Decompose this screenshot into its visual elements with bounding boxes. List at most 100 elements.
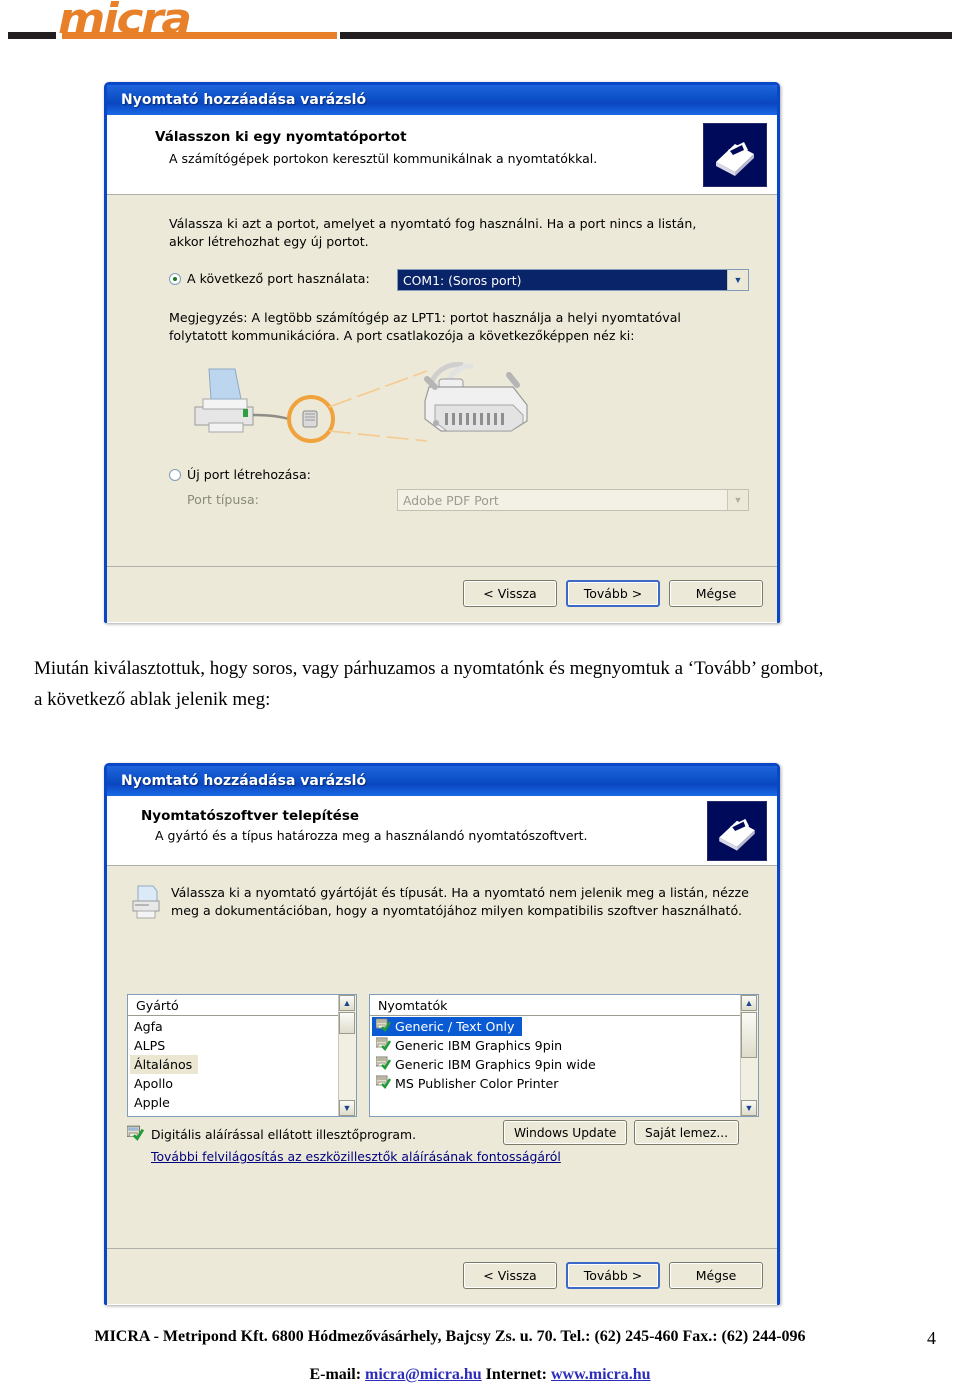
list-item[interactable]: Általános bbox=[130, 1055, 199, 1074]
page-number: 4 bbox=[927, 1328, 936, 1348]
signed-driver-note: Digitális aláírással ellátott illesztőpr… bbox=[126, 1125, 417, 1144]
list-item[interactable]: Agfa bbox=[130, 1017, 356, 1036]
signed-driver-icon bbox=[375, 1056, 392, 1073]
dialog1-button-row: < Vissza Tovább > Mégse bbox=[463, 580, 763, 607]
driver-signing-info-link[interactable]: További felvilágosítás az eszközillesztő… bbox=[151, 1149, 561, 1164]
logo-text: micra bbox=[58, 0, 192, 43]
scroll-down-icon[interactable]: ▼ bbox=[741, 1100, 757, 1116]
use-existing-port-radio-indicator[interactable] bbox=[169, 272, 181, 285]
printer-wizard-icon bbox=[703, 123, 767, 187]
manufacturer-list-header: Gyártó bbox=[128, 995, 356, 1016]
back-button[interactable]: < Vissza bbox=[463, 580, 557, 607]
dialog2-title: Nyomtató hozzáadása varázsló bbox=[121, 773, 367, 789]
footer-contact-line: E-mail: micra@micra.hu Internet: www.mic… bbox=[0, 1366, 960, 1384]
list-item[interactable]: Generic IBM Graphics 9pin wide bbox=[372, 1055, 758, 1074]
header-rule-right bbox=[340, 32, 952, 39]
list-item-label: MS Publisher Color Printer bbox=[395, 1076, 559, 1091]
list-item-label: Generic / Text Only bbox=[395, 1019, 515, 1034]
dialog1-note-line2: folytatott kommunikációra. A port csatla… bbox=[169, 328, 635, 343]
header-rule-left bbox=[8, 32, 56, 39]
narrative-paragraph: Miután kiválasztottuk, hogy soros, vagy … bbox=[34, 653, 894, 715]
header-rule-orange bbox=[62, 32, 337, 39]
printer-list-scrollbar[interactable]: ▲ ▼ bbox=[740, 995, 758, 1116]
add-printer-wizard-dialog-port: Nyomtató hozzáadása varázsló Válasszon k… bbox=[104, 82, 780, 623]
use-existing-port-radio-label: A következő port használata: bbox=[187, 271, 370, 286]
signed-driver-icon bbox=[375, 1037, 392, 1054]
dialog2-banner-heading: Nyomtatószoftver telepítése bbox=[141, 808, 360, 824]
manufacturer-list-items: Agfa ALPS Általános Apollo Apple bbox=[128, 1016, 356, 1112]
list-item[interactable]: Generic / Text Only bbox=[372, 1017, 523, 1036]
list-item[interactable]: ALPS bbox=[130, 1036, 356, 1055]
scroll-down-icon[interactable]: ▼ bbox=[339, 1100, 355, 1116]
dialog1-note-line1: Megjegyzés: A legtöbb számítógép az LPT1… bbox=[169, 310, 681, 325]
dialog1-instruction-line2: akkor létrehozhat egy új portot. bbox=[169, 234, 369, 249]
narrative-line-2: a következő ablak jelenik meg: bbox=[34, 689, 271, 710]
dialog2-body: Válassza ki a nyomtató gyártóját és típu… bbox=[107, 866, 777, 1305]
printer-list-header: Nyomtatók bbox=[370, 995, 758, 1016]
next-button[interactable]: Tovább > bbox=[566, 580, 660, 607]
dialog2-banner-subtitle: A gyártó és a típus határozza meg a hasz… bbox=[155, 828, 588, 843]
dialog1-titlebar[interactable]: Nyomtató hozzáadása varázsló bbox=[107, 85, 777, 115]
footer-email-link[interactable]: micra@micra.hu bbox=[365, 1366, 482, 1383]
narrative-line-1: Miután kiválasztottuk, hogy soros, vagy … bbox=[34, 658, 824, 679]
scrollbar-thumb[interactable] bbox=[741, 1012, 757, 1058]
page-header: micra bbox=[0, 0, 960, 46]
printer-listbox[interactable]: Nyomtatók Generic / Text Only Generic IB… bbox=[369, 994, 759, 1117]
cancel-button[interactable]: Mégse bbox=[669, 1262, 763, 1289]
port-select-value: COM1: (Soros port) bbox=[398, 270, 727, 290]
dialog2-footer: < Vissza Tovább > Mégse bbox=[107, 1248, 777, 1305]
create-new-port-radio[interactable]: Új port létrehozása: bbox=[169, 467, 311, 482]
chevron-down-icon[interactable]: ▼ bbox=[727, 490, 748, 510]
list-item[interactable]: Apollo bbox=[130, 1074, 356, 1093]
signed-driver-icon bbox=[126, 1125, 145, 1144]
dialog2-instruction-line1: Válassza ki a nyomtató gyártóját és típu… bbox=[171, 885, 749, 900]
dialog1-banner-heading: Válasszon ki egy nyomtatóportot bbox=[155, 129, 407, 145]
port-type-combo[interactable]: Adobe PDF Port ▼ bbox=[397, 489, 749, 511]
footer-website-link[interactable]: www.micra.hu bbox=[551, 1366, 651, 1383]
dialog1-body: Válassza ki azt a portot, amelyet a nyom… bbox=[107, 195, 777, 623]
signed-driver-icon bbox=[375, 1075, 392, 1092]
port-type-label: Port típusa: bbox=[187, 492, 259, 507]
dialog2-banner: Nyomtatószoftver telepítése A gyártó és … bbox=[107, 796, 777, 866]
list-item-label: Generic IBM Graphics 9pin wide bbox=[395, 1057, 596, 1072]
dialog1-banner: Válasszon ki egy nyomtatóportot A számít… bbox=[107, 115, 777, 195]
add-printer-wizard-dialog-software: Nyomtató hozzáadása varázsló Nyomtatószo… bbox=[104, 763, 780, 1305]
printer-list-items: Generic / Text Only Generic IBM Graphics… bbox=[370, 1016, 758, 1093]
signed-driver-note-text: Digitális aláírással ellátott illesztőpr… bbox=[151, 1127, 417, 1142]
chevron-down-icon[interactable]: ▼ bbox=[727, 270, 748, 290]
create-new-port-radio-label: Új port létrehozása: bbox=[187, 467, 311, 482]
scrollbar-thumb[interactable] bbox=[339, 1012, 355, 1034]
dialog2-button-row: < Vissza Tovább > Mégse bbox=[463, 1262, 763, 1289]
dialog1-footer: < Vissza Tovább > Mégse bbox=[107, 566, 777, 623]
scroll-up-icon[interactable]: ▲ bbox=[339, 995, 355, 1011]
list-item[interactable]: MS Publisher Color Printer bbox=[372, 1074, 758, 1093]
dialog1-banner-subtitle: A számítógépek portokon keresztül kommun… bbox=[169, 151, 598, 166]
cancel-button[interactable]: Mégse bbox=[669, 580, 763, 607]
list-item[interactable]: Apple bbox=[130, 1093, 356, 1112]
dialog1-title: Nyomtató hozzáadása varázsló bbox=[121, 92, 367, 108]
dialog1-instruction-line1: Válassza ki azt a portot, amelyet a nyom… bbox=[169, 216, 697, 231]
port-type-value: Adobe PDF Port bbox=[403, 492, 499, 508]
list-item-label: Generic IBM Graphics 9pin bbox=[395, 1038, 563, 1053]
manufacturer-list-scrollbar[interactable]: ▲ ▼ bbox=[338, 995, 356, 1116]
list-item[interactable]: Generic IBM Graphics 9pin bbox=[372, 1036, 758, 1055]
back-button[interactable]: < Vissza bbox=[463, 1262, 557, 1289]
printer-cable-connector-illustration bbox=[177, 357, 577, 447]
printer-wizard-icon bbox=[707, 801, 767, 861]
next-button[interactable]: Tovább > bbox=[566, 1262, 660, 1289]
signed-driver-icon bbox=[375, 1018, 392, 1035]
micra-logo: micra bbox=[58, 0, 192, 40]
own-disk-button[interactable]: Saját lemez... bbox=[634, 1120, 739, 1145]
windows-update-button[interactable]: Windows Update bbox=[503, 1120, 628, 1145]
footer-email-label: E-mail: bbox=[309, 1366, 362, 1383]
port-select-combo[interactable]: COM1: (Soros port) ▼ bbox=[397, 269, 749, 291]
printer-icon bbox=[129, 884, 163, 927]
footer-company-line: MICRA - Metripond Kft. 6800 Hódmezővásár… bbox=[94, 1328, 806, 1345]
manufacturer-listbox[interactable]: Gyártó Agfa ALPS Általános Apollo Apple … bbox=[127, 994, 357, 1117]
use-existing-port-radio[interactable]: A következő port használata: bbox=[169, 271, 370, 286]
footer-internet-label: Internet: bbox=[485, 1366, 547, 1383]
scroll-up-icon[interactable]: ▲ bbox=[741, 995, 757, 1011]
create-new-port-radio-indicator[interactable] bbox=[169, 468, 181, 481]
dialog2-titlebar[interactable]: Nyomtató hozzáadása varázsló bbox=[107, 766, 777, 796]
dialog2-instruction-line2: meg a dokumentációban, hogy a nyomtatójá… bbox=[171, 903, 742, 918]
